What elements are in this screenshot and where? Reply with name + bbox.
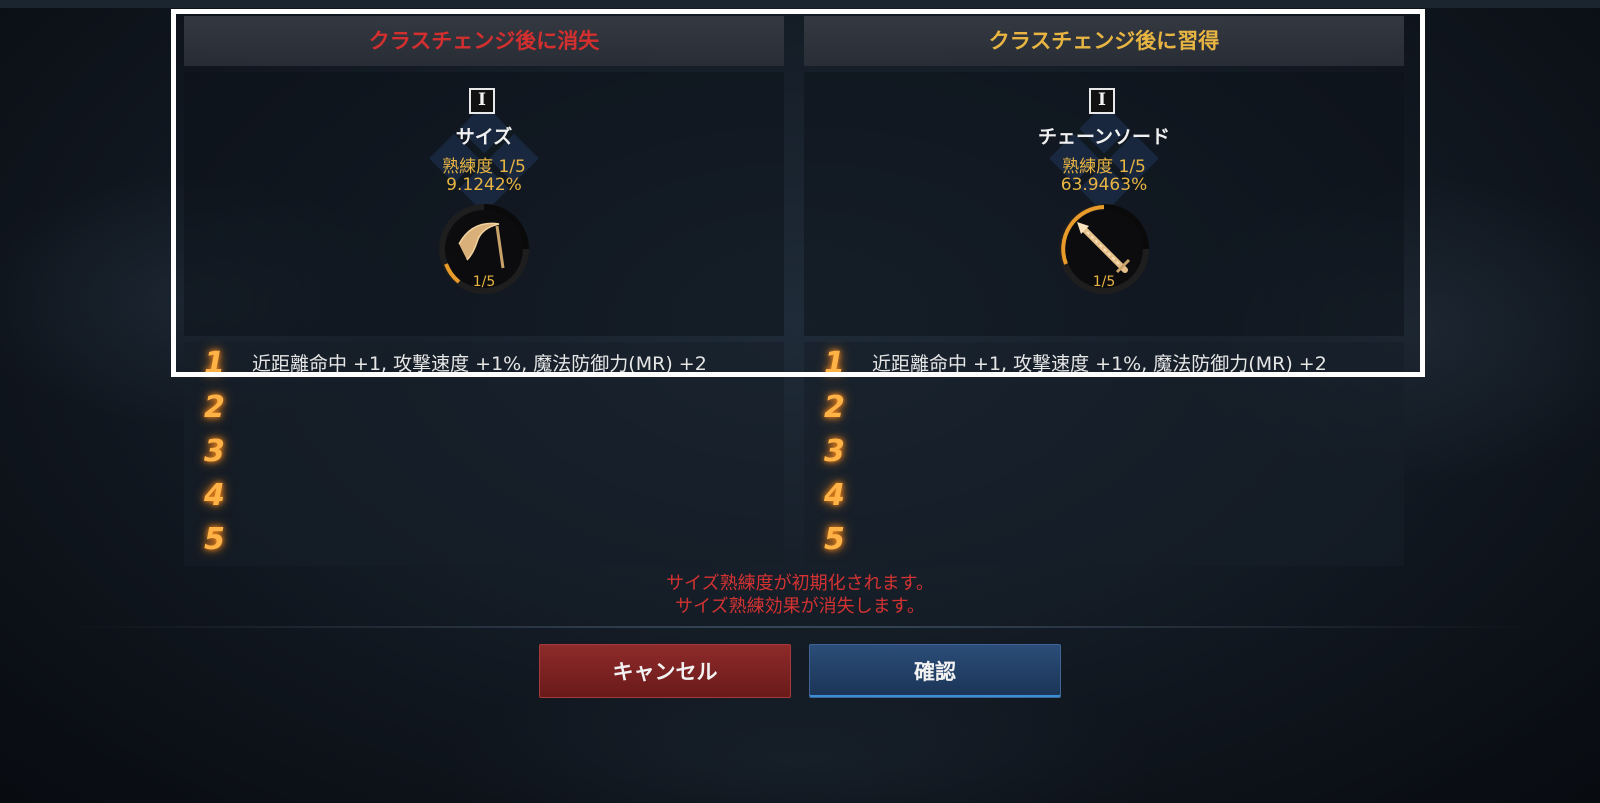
gained-mastery-level: 熟練度 1/5 xyxy=(1062,157,1146,177)
warning-text: サイズ熟練効果が消失します。 xyxy=(675,596,925,617)
effect-row: 4 xyxy=(184,474,784,518)
lost-skill-name: サイズ xyxy=(455,126,513,148)
gained-skill-panel: クラスチェンジ後に習得 ❖ I チェーンソード 熟練度 1/5 63.9463%… xyxy=(804,16,1404,566)
cancel-button[interactable]: キャンセル xyxy=(539,644,791,698)
effect-row: 4 xyxy=(804,474,1404,518)
effect-level-number: 3 xyxy=(204,434,225,469)
effect-level-number: 5 xyxy=(824,522,845,557)
lost-skill-box: ❖ I サイズ 熟練度 1/5 9.1242% 1/5 xyxy=(184,72,784,336)
effect-text: 近距離命中 +1, 攻撃速度 +1%, 魔法防御力(MR) +2 xyxy=(872,353,1327,375)
effect-level-number: 3 xyxy=(824,434,845,469)
effect-level-number: 4 xyxy=(204,478,225,513)
scythe-icon[interactable]: 1/5 xyxy=(437,202,531,296)
chain-sword-icon[interactable]: 1/5 xyxy=(1057,202,1151,296)
effect-level-number: 4 xyxy=(824,478,845,513)
effect-level-number: 2 xyxy=(824,390,845,425)
effect-row: 3 xyxy=(804,430,1404,474)
effect-row: 2 xyxy=(184,386,784,430)
tier-badge-icon: I xyxy=(1089,88,1115,114)
effect-row: 1 近距離命中 +1, 攻撃速度 +1%, 魔法防御力(MR) +2 xyxy=(804,342,1404,386)
effect-row: 2 xyxy=(804,386,1404,430)
gained-ring-label: 1/5 xyxy=(1092,274,1116,290)
effect-level-number: 2 xyxy=(204,390,225,425)
lost-skill-panel: クラスチェンジ後に消失 ❖ I サイズ 熟練度 1/5 9.1242% 1/5 … xyxy=(184,16,784,566)
lost-effects-list: 1 近距離命中 +1, 攻撃速度 +1%, 魔法防御力(MR) +2 2 3 4… xyxy=(184,342,784,566)
confirm-button[interactable]: 確認 xyxy=(809,644,1061,698)
top-bar xyxy=(0,0,1600,8)
effect-level-number: 5 xyxy=(204,522,225,557)
gained-skill-box: ❖ I チェーンソード 熟練度 1/5 63.9463% 1/5 xyxy=(804,72,1404,336)
lost-ring-label: 1/5 xyxy=(472,274,496,290)
effect-row: 5 xyxy=(184,518,784,562)
lost-mastery-level: 熟練度 1/5 xyxy=(442,157,526,177)
effect-row: 3 xyxy=(184,430,784,474)
lost-panel-header: クラスチェンジ後に消失 xyxy=(184,16,784,66)
effect-level-number: 1 xyxy=(204,346,225,381)
effect-level-number: 1 xyxy=(824,346,845,381)
gained-skill-name: チェーンソード xyxy=(1037,126,1171,148)
effect-text: 近距離命中 +1, 攻撃速度 +1%, 魔法防御力(MR) +2 xyxy=(252,353,707,375)
lost-mastery-percent: 9.1242% xyxy=(446,175,522,195)
effect-row: 1 近距離命中 +1, 攻撃速度 +1%, 魔法防御力(MR) +2 xyxy=(184,342,784,386)
tier-badge-icon: I xyxy=(469,88,495,114)
divider xyxy=(60,626,1540,628)
gained-panel-header: クラスチェンジ後に習得 xyxy=(804,16,1404,66)
gained-mastery-percent: 63.9463% xyxy=(1060,175,1148,195)
gained-effects-list: 1 近距離命中 +1, 攻撃速度 +1%, 魔法防御力(MR) +2 2 3 4… xyxy=(804,342,1404,566)
effect-row: 5 xyxy=(804,518,1404,562)
